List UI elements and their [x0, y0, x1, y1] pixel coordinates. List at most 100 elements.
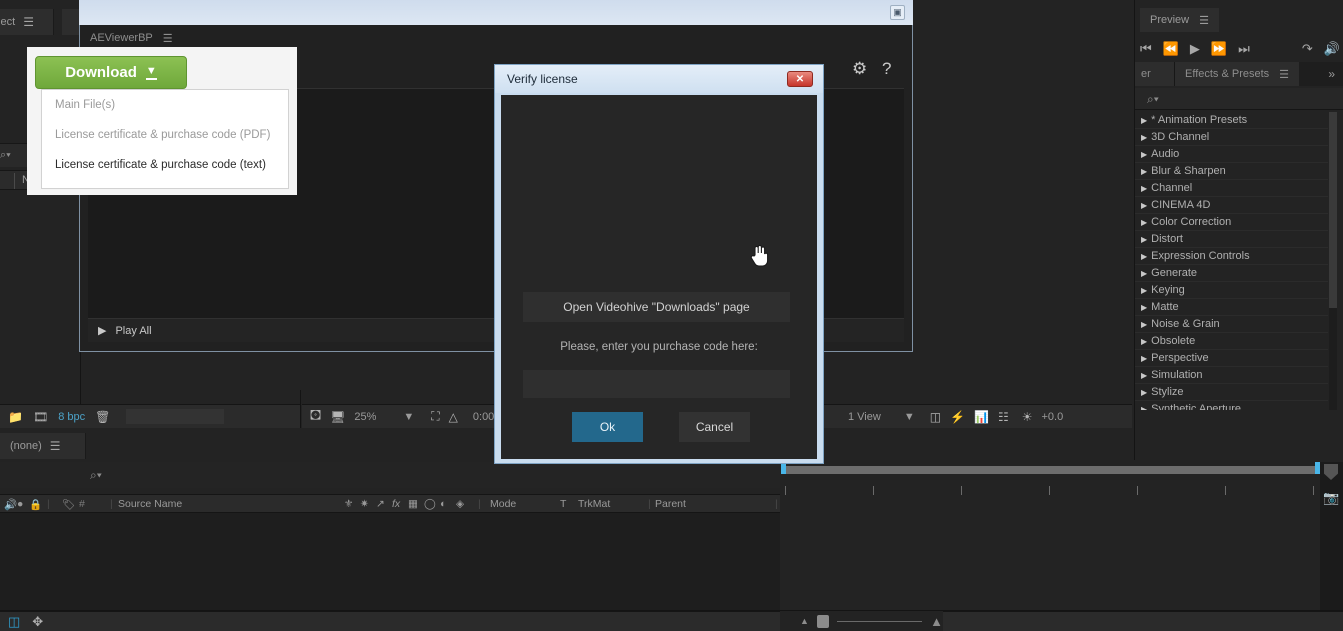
- timeline-layer-list[interactable]: [0, 513, 780, 611]
- previous-frame-icon[interactable]: ⏪: [1163, 41, 1179, 57]
- triangle-right-icon[interactable]: ▶: [1141, 133, 1147, 142]
- pixel-aspect-icon[interactable]: ◫: [930, 410, 941, 424]
- hamburger-icon[interactable]: ☰: [23, 16, 34, 28]
- motion-blur-icon[interactable]: ◯: [424, 498, 436, 510]
- tab-timeline[interactable]: (none) ☰: [0, 433, 86, 459]
- hamburger-icon-timeline[interactable]: ☰: [50, 440, 61, 452]
- comp-marker-icon[interactable]: [1324, 464, 1338, 480]
- tab-project[interactable]: oject ☰: [0, 9, 54, 35]
- 3d-layer-icon[interactable]: ◈: [456, 498, 464, 510]
- effects-category-item[interactable]: ▶ Channel: [1135, 180, 1328, 197]
- restore-window-icon[interactable]: ▣: [890, 5, 905, 20]
- mute-audio-icon[interactable]: 🔊: [1324, 41, 1340, 57]
- collapse-icon[interactable]: ✷: [360, 498, 369, 510]
- tab-partial[interactable]: er: [1135, 62, 1175, 86]
- triangle-right-icon[interactable]: ▶: [1141, 371, 1147, 380]
- footage-icon[interactable]: 🎞: [33, 410, 48, 424]
- dialog-titlebar[interactable]: Verify license ✕: [495, 65, 823, 93]
- bit-depth-label[interactable]: 8 bpc: [58, 411, 85, 423]
- effects-category-item[interactable]: ▶ Audio: [1135, 146, 1328, 163]
- close-icon[interactable]: ✕: [787, 71, 813, 87]
- region-of-interest-icon[interactable]: ⛶: [431, 409, 439, 424]
- lock-icon[interactable]: 🔒: [29, 498, 42, 511]
- effects-category-item[interactable]: ▶ Noise & Grain: [1135, 316, 1328, 333]
- triangle-right-icon[interactable]: ▶: [1141, 218, 1147, 227]
- play-triangle-icon[interactable]: ▶: [98, 324, 106, 337]
- triangle-right-icon[interactable]: ▶: [1141, 405, 1147, 411]
- effects-category-item[interactable]: ▶ Blur & Sharpen: [1135, 163, 1328, 180]
- new-folder-icon[interactable]: 📁: [8, 410, 23, 424]
- effects-category-item[interactable]: ▶ Synthetic Aperture: [1135, 401, 1328, 410]
- question-mark-icon[interactable]: ?: [882, 59, 891, 79]
- next-frame-icon[interactable]: ⏩: [1211, 41, 1227, 57]
- double-chevron-right-icon[interactable]: »: [1328, 67, 1343, 81]
- hamburger-icon-preview[interactable]: ☰: [1199, 14, 1209, 27]
- quality-icon[interactable]: ↗: [376, 498, 385, 510]
- effects-category-item[interactable]: ▶ Matte: [1135, 299, 1328, 316]
- timeline-track-area[interactable]: [781, 462, 1326, 611]
- label-icon[interactable]: 🏷: [62, 498, 75, 511]
- graph-editor-icon[interactable]: ✥: [32, 614, 43, 630]
- open-downloads-page-button[interactable]: Open Videohive "Downloads" page: [523, 292, 790, 322]
- audio-icon[interactable]: 🔊: [4, 498, 17, 511]
- effects-category-item[interactable]: ▶ Distort: [1135, 231, 1328, 248]
- loop-icon[interactable]: ↷: [1302, 41, 1313, 57]
- aeviewerbp-titlebar[interactable]: [79, 0, 913, 25]
- timeline-search-input[interactable]: ⌕▾: [0, 462, 780, 488]
- effects-category-item[interactable]: ▶ Keying: [1135, 282, 1328, 299]
- chevron-down-icon-2[interactable]: ▼: [904, 411, 915, 423]
- effects-category-item[interactable]: ▶ 3D Channel: [1135, 129, 1328, 146]
- chevron-down-icon[interactable]: ▼: [403, 411, 414, 423]
- effects-category-item[interactable]: ▶ Color Correction: [1135, 214, 1328, 231]
- zoom-out-icon[interactable]: ▲: [800, 616, 809, 626]
- effects-search-input[interactable]: ⌕▾: [1135, 88, 1343, 110]
- ok-button[interactable]: Ok: [572, 412, 643, 442]
- effects-category-item[interactable]: ▶ Expression Controls: [1135, 248, 1328, 265]
- aeviewerbp-tab[interactable]: AEViewerBP ☰: [90, 28, 173, 48]
- triangle-right-icon[interactable]: ▶: [1141, 337, 1147, 346]
- draft-render-icon[interactable]: 🖸: [310, 406, 321, 427]
- effects-category-item[interactable]: ▶ Generate: [1135, 265, 1328, 282]
- effects-category-item[interactable]: ▶ Stylize: [1135, 384, 1328, 401]
- first-frame-icon[interactable]: ⏮: [1140, 41, 1152, 57]
- triangle-right-icon[interactable]: ▶: [1141, 184, 1147, 193]
- download-menu-item[interactable]: License certificate & purchase code (PDF…: [42, 120, 288, 150]
- effects-category-item[interactable]: ▶ * Animation Presets: [1135, 112, 1328, 129]
- last-frame-icon[interactable]: ⏭: [1238, 41, 1250, 57]
- triangle-right-icon[interactable]: ▶: [1141, 235, 1147, 244]
- triangle-right-icon[interactable]: ▶: [1141, 150, 1147, 159]
- triangle-right-icon[interactable]: ▶: [1141, 320, 1147, 329]
- triangle-right-icon[interactable]: ▶: [1141, 354, 1147, 363]
- effects-scrollbar[interactable]: [1329, 112, 1337, 410]
- triangle-right-icon[interactable]: ▶: [1141, 252, 1147, 261]
- hamburger-icon-viewer[interactable]: ☰: [163, 32, 173, 45]
- hamburger-icon-effects[interactable]: ☰: [1279, 68, 1289, 81]
- reset-exposure-icon[interactable]: ☀: [1022, 410, 1033, 424]
- solo-icon[interactable]: ●: [17, 498, 23, 510]
- effects-fx-icon[interactable]: fx: [392, 498, 400, 510]
- download-menu-item[interactable]: Main File(s): [42, 90, 288, 120]
- zoom-level[interactable]: 25%: [354, 411, 376, 423]
- download-dropdown-menu[interactable]: Main File(s) License certificate & purcha…: [41, 89, 289, 189]
- effects-category-item[interactable]: ▶ Simulation: [1135, 367, 1328, 384]
- download-button[interactable]: Download ▼: [35, 56, 187, 89]
- triangle-right-icon[interactable]: ▶: [1141, 269, 1147, 278]
- view-mode-label[interactable]: 1 View: [848, 411, 881, 423]
- exposure-value[interactable]: +0.0: [1042, 411, 1064, 423]
- gear-icon[interactable]: ⚙: [852, 59, 867, 79]
- effects-category-item[interactable]: ▶ Perspective: [1135, 350, 1328, 367]
- shy-icon[interactable]: ⚜: [344, 498, 353, 510]
- tab-preview[interactable]: Preview ☰: [1140, 8, 1219, 32]
- toggle-switches-modes-icon[interactable]: ◫: [8, 614, 20, 630]
- flowchart-icon[interactable]: ☷: [998, 410, 1009, 424]
- histogram-icon[interactable]: 📊: [974, 410, 989, 424]
- transparency-grid-icon[interactable]: △: [449, 410, 458, 424]
- scrollbar-thumb[interactable]: [1329, 112, 1337, 308]
- cancel-button[interactable]: Cancel: [679, 412, 750, 442]
- triangle-right-icon[interactable]: ▶: [1141, 286, 1147, 295]
- effects-category-item[interactable]: ▶ Obsolete: [1135, 333, 1328, 350]
- timeline-work-area-bar[interactable]: [785, 466, 1319, 474]
- purchase-code-input[interactable]: [523, 370, 790, 398]
- play-icon[interactable]: ▶: [1190, 41, 1200, 57]
- trash-icon[interactable]: 🗑: [95, 410, 110, 424]
